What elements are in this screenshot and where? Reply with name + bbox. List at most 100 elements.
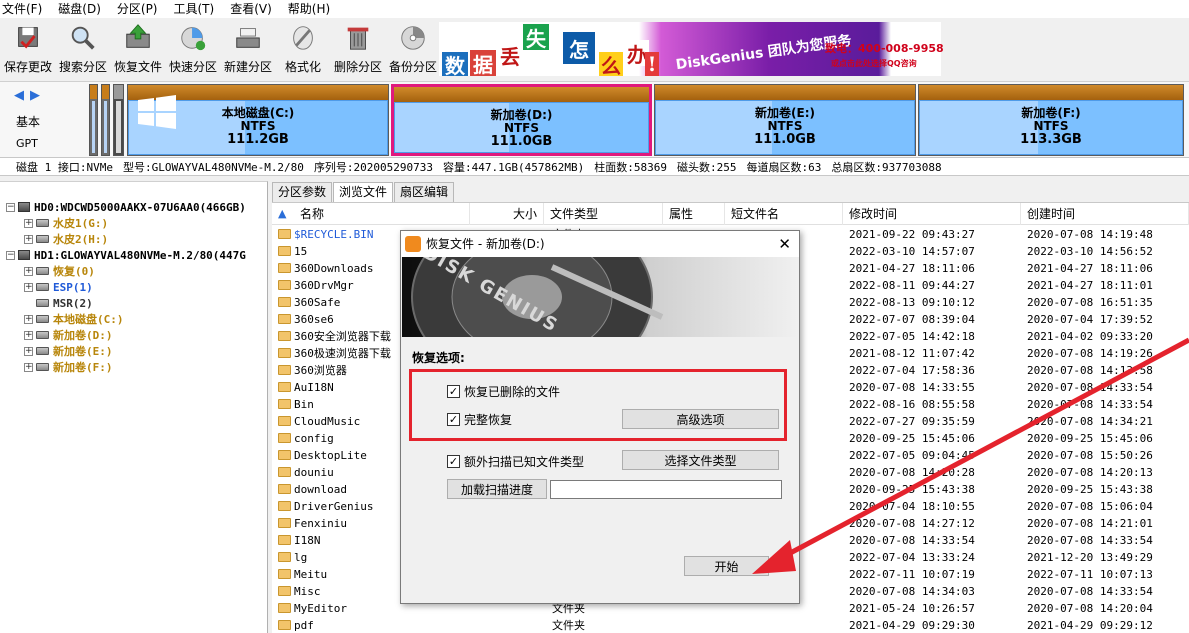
recover-deleted-checkbox[interactable]: ✓ 恢复已删除的文件 bbox=[447, 383, 560, 400]
col-size[interactable]: 大小 bbox=[470, 203, 544, 225]
tree-node-10[interactable]: + 新加卷(F:) bbox=[24, 359, 113, 375]
expand-toggle-icon[interactable]: − bbox=[6, 202, 15, 212]
col-type[interactable]: 文件类型 bbox=[544, 203, 663, 225]
file-mtime: 2021-05-24 10:26:57 bbox=[849, 602, 975, 615]
tree-node-0[interactable]: − HD0:WDCWD5000AAKX-07U6AA0(466GB) bbox=[6, 199, 246, 215]
tab-2[interactable]: 扇区编辑 bbox=[394, 182, 455, 202]
menu-item-4[interactable]: 查看(V) bbox=[230, 0, 272, 18]
tree-node-5[interactable]: + ESP(1) bbox=[24, 279, 93, 295]
col-attr[interactable]: 属性 bbox=[663, 203, 725, 225]
tree-node-6[interactable]: MSR(2) bbox=[24, 295, 93, 311]
extra-scan-checkbox[interactable]: ✓ 额外扫描已知文件类型 bbox=[447, 453, 584, 470]
partition-block-msr[interactable] bbox=[113, 84, 124, 156]
banner-phone: 致电：400-008-9958 bbox=[825, 42, 944, 55]
col-short-name[interactable]: 短文件名 bbox=[725, 203, 843, 225]
folder-icon bbox=[278, 365, 291, 375]
file-name: $RECYCLE.BIN bbox=[294, 228, 374, 241]
tree-node-1[interactable]: + 水皮1(G:) bbox=[24, 215, 108, 231]
tab-1[interactable]: 浏览文件 bbox=[333, 182, 394, 203]
toolbar-button-0[interactable]: 保存更改 bbox=[1, 22, 55, 80]
partition-block-recovery[interactable] bbox=[89, 84, 98, 156]
select-file-types-button[interactable]: 选择文件类型 bbox=[622, 450, 779, 470]
expand-toggle-icon[interactable]: + bbox=[24, 266, 33, 276]
banner-char: 失 bbox=[523, 24, 549, 51]
menu-item-3[interactable]: 工具(T) bbox=[174, 0, 215, 18]
toolbar-button-label: 快速分区 bbox=[168, 60, 217, 74]
partition-block-0[interactable]: 本地磁盘(C:) NTFS 111.2GB bbox=[127, 84, 389, 156]
file-mtime: 2022-07-04 13:33:24 bbox=[849, 551, 975, 564]
expand-toggle-icon[interactable]: + bbox=[24, 282, 33, 292]
tree-node-7[interactable]: + 本地磁盘(C:) bbox=[24, 311, 124, 327]
menu-item-5[interactable]: 帮助(H) bbox=[288, 0, 330, 18]
file-ctime: 2020-07-08 14:33:54 bbox=[1027, 534, 1153, 547]
partition-size: 111.0GB bbox=[754, 132, 816, 147]
tree-node-9[interactable]: + 新加卷(E:) bbox=[24, 343, 113, 359]
menu-item-2[interactable]: 分区(P) bbox=[117, 0, 158, 18]
diskgenius-logo-icon bbox=[405, 236, 421, 252]
load-scan-progress-button[interactable]: 加载扫描进度 bbox=[447, 479, 547, 499]
start-button[interactable]: 开始 bbox=[684, 556, 769, 576]
partition-block-3[interactable]: 新加卷(F:) NTFS 113.3GB bbox=[918, 84, 1184, 156]
close-icon[interactable]: ✕ bbox=[778, 231, 791, 257]
partition-block-esp[interactable] bbox=[101, 84, 110, 156]
disk-info-field: 每道扇区数:63 bbox=[746, 160, 822, 174]
expand-toggle-icon[interactable]: + bbox=[24, 330, 33, 340]
dialog-title-bar[interactable]: 恢复文件 - 新加卷(D:) ✕ bbox=[401, 231, 799, 257]
folder-icon bbox=[278, 603, 291, 613]
file-mtime: 2021-09-22 09:43:27 bbox=[849, 228, 975, 241]
app-window: 文件(F) 磁盘(D) 分区(P) 工具(T) 查看(V) 帮助(H) 数据丢失怎么办! … bbox=[0, 0, 1189, 633]
expand-toggle-icon[interactable]: + bbox=[24, 314, 33, 324]
menu-item-0[interactable]: 文件(F) bbox=[2, 0, 42, 18]
table-row[interactable]: pdf 文件夹 2021-04-29 09:29:30 2021-04-29 09:2… bbox=[272, 617, 1189, 633]
col-ctime[interactable]: 创建时间 bbox=[1021, 203, 1189, 225]
partition-block-1[interactable]: 新加卷(D:) NTFS 111.0GB bbox=[391, 84, 652, 156]
col-mtime[interactable]: 修改时间 bbox=[843, 203, 1021, 225]
file-name: 360极速浏览器下载 bbox=[294, 347, 391, 360]
tree-node-8[interactable]: + 新加卷(D:) bbox=[24, 327, 113, 343]
folder-icon bbox=[278, 518, 291, 528]
full-recover-checkbox[interactable]: ✓ 完整恢复 bbox=[447, 411, 512, 428]
expand-toggle-icon[interactable]: + bbox=[24, 218, 33, 228]
file-mtime: 2022-08-11 09:44:27 bbox=[849, 279, 975, 292]
banner-char: ! bbox=[645, 52, 659, 76]
disk-nav: ◀ ▶ bbox=[14, 88, 40, 103]
menu-item-1[interactable]: 磁盘(D) bbox=[58, 0, 101, 18]
toolbar: 数据丢失怎么办! DiskGenius 团队为您服务 致电：400-008-99… bbox=[0, 18, 1189, 82]
tree-node-2[interactable]: + 水皮2(H:) bbox=[24, 231, 108, 247]
toolbar-button-6[interactable]: 删除分区 bbox=[331, 22, 385, 80]
partition-size: 111.0GB bbox=[490, 134, 553, 149]
folder-icon bbox=[278, 399, 291, 409]
toolbar-button-1[interactable]: 搜索分区 bbox=[56, 22, 110, 80]
toolbar-button-label: 搜索分区 bbox=[58, 60, 107, 74]
expand-toggle-icon[interactable]: + bbox=[24, 234, 33, 244]
up-folder-icon[interactable]: ▲ bbox=[278, 207, 286, 220]
ad-banner[interactable]: 数据丢失怎么办! DiskGenius 团队为您服务 致电：400-008-99… bbox=[439, 22, 944, 78]
check-icon: ✓ bbox=[447, 385, 460, 398]
toolbar-button-2[interactable]: 恢复文件 bbox=[111, 22, 165, 80]
prev-disk-icon[interactable]: ◀ bbox=[14, 88, 24, 103]
file-name: AuI18N bbox=[294, 381, 334, 394]
toolbar-button-7[interactable]: 备份分区 bbox=[386, 22, 440, 80]
expand-toggle-icon[interactable]: + bbox=[24, 346, 33, 356]
tree-node-label: 水皮1(G:) bbox=[53, 217, 109, 230]
file-mtime: 2022-07-11 10:07:19 bbox=[849, 568, 975, 581]
file-name: 360se6 bbox=[294, 313, 334, 326]
scan-progress-field[interactable] bbox=[550, 480, 782, 499]
expand-toggle-icon[interactable]: + bbox=[24, 362, 33, 372]
expand-toggle-icon[interactable]: − bbox=[6, 250, 15, 260]
next-disk-icon[interactable]: ▶ bbox=[30, 88, 40, 103]
tab-0[interactable]: 分区参数 bbox=[272, 182, 333, 202]
file-mtime: 2021-04-27 18:11:06 bbox=[849, 262, 975, 275]
col-name[interactable]: 名称 bbox=[294, 203, 470, 225]
toolbar-button-3[interactable]: 快速分区 bbox=[166, 22, 220, 80]
toolbar-button-label: 保存更改 bbox=[3, 60, 52, 74]
file-name: I18N bbox=[294, 534, 321, 547]
tree-node-3[interactable]: − HD1:GLOWAYVAL480NVMe-M.2/80(447G bbox=[6, 247, 246, 263]
file-mtime: 2022-07-04 17:58:36 bbox=[849, 364, 975, 377]
tree-node-4[interactable]: + 恢复(0) bbox=[24, 263, 95, 279]
toolbar-button-4[interactable]: 新建分区 bbox=[221, 22, 275, 80]
toolbar-button-5[interactable]: 格式化 bbox=[276, 22, 330, 80]
partition-label: 本地磁盘(C:) NTFS 111.2GB bbox=[128, 107, 388, 147]
partition-block-2[interactable]: 新加卷(E:) NTFS 111.0GB bbox=[654, 84, 916, 156]
advanced-options-button[interactable]: 高级选项 bbox=[622, 409, 779, 429]
